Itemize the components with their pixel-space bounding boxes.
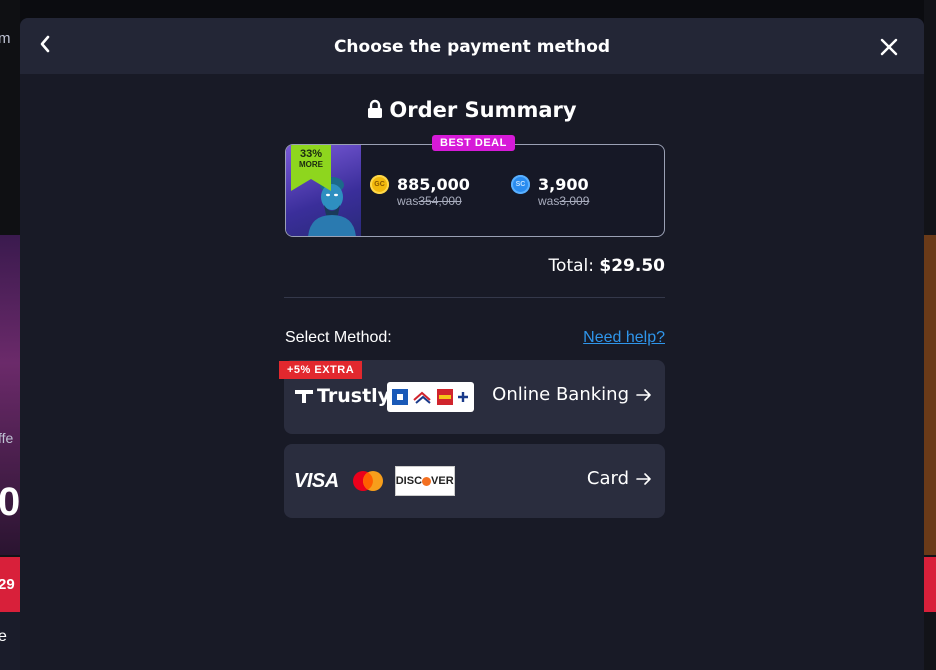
- wells-fargo-icon: [436, 389, 453, 405]
- gold-coin-old-amount: 354,000: [418, 194, 462, 208]
- online-banking-label-wrap: Online Banking: [492, 384, 653, 405]
- best-deal-badge: BEST DEAL: [432, 135, 515, 151]
- bank-of-america-icon: [413, 391, 432, 404]
- card-logos: VISA DISC VER: [294, 466, 455, 496]
- modal-title: Choose the payment method: [333, 37, 611, 57]
- ribbon-text: 33% MORE: [291, 148, 331, 169]
- ribbon-more: MORE: [299, 160, 323, 169]
- card-label: Card: [586, 468, 629, 489]
- background-right-strip: [924, 0, 936, 670]
- order-summary-label: Order Summary: [389, 98, 577, 122]
- background-left-strip: m ffe 0 29 e: [0, 0, 20, 670]
- order-summary-title: Order Summary: [20, 98, 924, 122]
- offer-card: 33% MORE BEST DEAL GC 885,000 was354,000…: [285, 135, 665, 237]
- gold-coin-icon: GC: [370, 175, 389, 194]
- arrow-right-icon: [636, 388, 651, 401]
- discover-logo: DISC VER: [394, 466, 455, 496]
- offer-image: 33% MORE: [286, 145, 361, 236]
- background-banner: [924, 235, 936, 555]
- background-text: 29: [0, 576, 15, 593]
- trustly-icon: [295, 390, 313, 403]
- order-total: Total: $29.50: [285, 256, 665, 276]
- sweeps-coin-offer: SC 3,900 was3,009: [511, 175, 589, 208]
- modal-header: Choose the payment method: [20, 18, 924, 74]
- gold-coin-amount: 885,000: [397, 175, 470, 194]
- arrow-right-icon: [636, 472, 651, 485]
- sweeps-coin-old-amount: 3,009: [559, 194, 590, 208]
- background-text: m: [0, 30, 11, 47]
- total-label: Total:: [548, 256, 594, 276]
- gold-coin-was: was354,000: [397, 194, 462, 208]
- need-help-link[interactable]: Need help?: [575, 329, 665, 347]
- ribbon-percent: 33%: [299, 148, 323, 160]
- discover-o-icon: [422, 476, 432, 486]
- background-text: 0: [0, 480, 21, 524]
- close-button[interactable]: [878, 36, 902, 60]
- lock-icon: [368, 99, 383, 118]
- plus-icon: [457, 392, 468, 402]
- divider: [284, 297, 665, 298]
- trustly-logo: Trustly: [294, 385, 390, 407]
- background-text: ffe: [0, 430, 14, 446]
- payment-modal: Choose the payment method Order Summary: [20, 18, 924, 670]
- background-text: e: [0, 628, 7, 645]
- background-red-bar: [924, 557, 936, 612]
- mastercard-icon: [352, 471, 383, 491]
- trustly-wordmark: Trustly: [317, 385, 391, 407]
- bank-logos: [387, 382, 474, 412]
- gold-coin-offer: GC 885,000 was354,000: [370, 175, 470, 208]
- visa-logo: VISA: [294, 469, 339, 492]
- extra-bonus-badge: +5% EXTRA: [279, 361, 363, 379]
- sweeps-coin-was: was3,009: [538, 194, 590, 208]
- card-label-wrap: Card: [587, 468, 653, 489]
- card-method[interactable]: VISA DISC VER Card: [284, 444, 665, 518]
- sweeps-coin-amount: 3,900: [538, 175, 589, 194]
- sweeps-coin-icon: SC: [511, 175, 530, 194]
- total-value: $29.50: [599, 256, 665, 276]
- select-method-label: Select Method:: [285, 329, 392, 346]
- chase-bank-icon: [392, 389, 409, 405]
- close-icon: [880, 38, 898, 56]
- online-banking-label: Online Banking: [492, 384, 629, 405]
